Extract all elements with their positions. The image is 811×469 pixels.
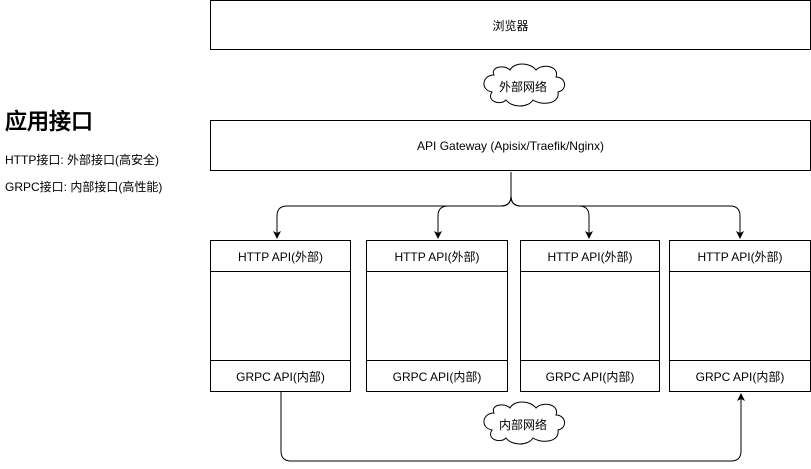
gateway-to-service-1 [273,172,512,239]
http-api-label: HTTP API(外部) [211,241,350,272]
internal-network-label: 内部网络 [498,418,547,432]
grpc-api-label: GRPC API(内部) [521,360,659,391]
http-api-label: HTTP API(外部) [670,241,810,272]
service-box-1: HTTP API(外部) GRPC API(内部) [210,240,351,392]
service-box-2: HTTP API(外部) GRPC API(内部) [366,240,508,392]
grpc-api-label: GRPC API(内部) [670,360,810,391]
external-network-label: 外部网络 [498,80,547,94]
api-gateway-box: API Gateway (Apisix/Traefik/Nginx) [210,120,811,171]
http-api-label: HTTP API(外部) [521,241,659,272]
http-api-label: HTTP API(外部) [367,241,507,272]
gateway-to-service-3 [510,195,593,239]
browser-label: 浏览器 [492,18,529,33]
grpc-api-label: GRPC API(内部) [367,360,507,391]
gateway-to-service-2 [434,195,512,239]
grpc-api-label: GRPC API(内部) [211,360,350,391]
connector-lines [273,63,745,462]
service-box-4: HTTP API(外部) GRPC API(内部) [669,240,811,392]
gateway-to-service-4 [510,195,744,239]
browser-box: 浏览器 [210,0,811,50]
service-box-3: HTTP API(外部) GRPC API(内部) [520,240,660,392]
api-gateway-label: API Gateway (Apisix/Traefik/Nginx) [417,138,604,153]
